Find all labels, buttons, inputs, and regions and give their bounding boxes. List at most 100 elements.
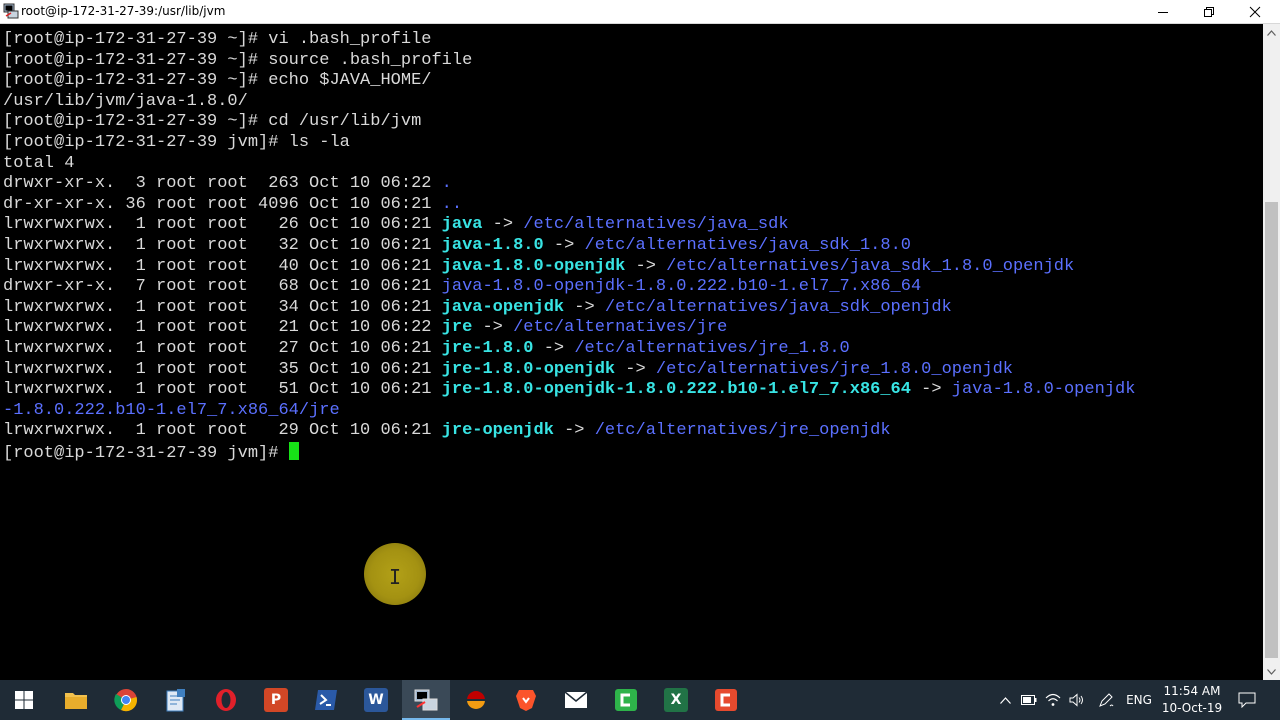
action-center-button[interactable]	[1232, 680, 1262, 720]
symlink-name: jre-openjdk	[441, 421, 554, 441]
volume-icon[interactable]	[1067, 680, 1087, 720]
terminal-line: lrwxrwxrwx. 1 root root 26 Oct 10 06:21 …	[3, 215, 1135, 236]
terminal-output: [root@ip-172-31-27-39 ~]# vi .bash_profi…	[3, 30, 1135, 463]
link-target: java-1.8.0-openjdk	[951, 380, 1136, 400]
terminal-text: total 4	[3, 153, 75, 173]
taskbar-app-putty[interactable]	[402, 680, 450, 720]
taskbar-app-word[interactable]: W	[352, 680, 400, 720]
terminal-line: drwxr-xr-x. 3 root root 263 Oct 10 06:22…	[3, 174, 1135, 195]
terminal-text: ->	[553, 421, 595, 441]
terminal-line: lrwxrwxrwx. 1 root root 29 Oct 10 06:21 …	[3, 421, 1135, 442]
window-title: root@ip-172-31-27-39:/usr/lib/jvm	[21, 4, 226, 18]
link-target: /etc/alternatives/java_sdk_1.8.0	[584, 235, 911, 255]
text-cursor	[288, 441, 299, 460]
terminal-text: [root@ip-172-31-27-39 jvm]#	[3, 443, 289, 463]
taskbar-app-camtasia[interactable]	[602, 680, 650, 720]
link-target: -1.8.0.222.b10-1.el7_7.x86_64/jre	[3, 400, 340, 420]
restore-button[interactable]	[1186, 0, 1232, 23]
start-button[interactable]	[0, 680, 48, 720]
terminal-line: lrwxrwxrwx. 1 root root 51 Oct 10 06:21 …	[3, 380, 1135, 401]
minimize-icon	[1158, 11, 1168, 13]
terminal-text: drwxr-xr-x. 3 root root 263 Oct 10 06:22	[3, 174, 442, 194]
clock[interactable]: 11:54 AM 10-Oct-19	[1157, 683, 1227, 717]
close-button[interactable]	[1232, 0, 1278, 23]
terminal-text: lrwxrwxrwx. 1 root root 34 Oct 10 06:21	[3, 297, 442, 317]
symlink-name: java	[441, 215, 483, 235]
chevron-up-icon	[1267, 29, 1276, 36]
symlink-name: jre-1.8.0	[441, 338, 534, 358]
terminal-line: total 4	[3, 154, 1135, 175]
terminal-text: ->	[625, 256, 667, 276]
terminal-line: lrwxrwxrwx. 1 root root 35 Oct 10 06:21 …	[3, 360, 1135, 381]
terminal-text: lrwxrwxrwx. 1 root root 27 Oct 10 06:21	[3, 338, 442, 358]
terminal-text: lrwxrwxrwx. 1 root root 51 Oct 10 06:21	[3, 380, 442, 400]
terminal-text: [root@ip-172-31-27-39 ~]# source .bash_p…	[3, 50, 473, 70]
minimize-button[interactable]	[1140, 0, 1186, 23]
link-target: /etc/alternatives/jre_1.8.0	[574, 338, 850, 358]
wifi-icon[interactable]	[1043, 680, 1063, 720]
link-target: /etc/alternatives/java_sdk_openjdk	[604, 297, 952, 317]
link-target: java-1.8.0-openjdk-1.8.0.222.b10-1.el7_7…	[441, 277, 922, 297]
terminal-text: [root@ip-172-31-27-39 ~]# cd /usr/lib/jv…	[3, 112, 422, 132]
terminal-line: lrwxrwxrwx. 1 root root 27 Oct 10 06:21 …	[3, 339, 1135, 360]
pen-icon[interactable]	[1096, 680, 1116, 720]
putty-icon	[3, 3, 19, 19]
link-target: .	[441, 174, 452, 194]
mail-icon	[564, 691, 588, 709]
show-hidden-icons-button[interactable]	[996, 680, 1014, 720]
taskbar-app-brave[interactable]	[502, 680, 550, 720]
terminal-line: lrwxrwxrwx. 1 root root 34 Oct 10 06:21 …	[3, 298, 1135, 319]
terminal-text: ->	[910, 380, 952, 400]
symlink-name: java-1.8.0-openjdk	[441, 256, 626, 276]
terminal-text: ->	[564, 297, 605, 317]
taskbar-app-notepad[interactable]	[152, 680, 200, 720]
terminal-text: [root@ip-172-31-27-39 ~]# vi .bash_profi…	[3, 30, 432, 49]
camtasia-icon	[614, 688, 638, 712]
ibeam-cursor-icon: I	[389, 565, 402, 589]
terminal-line: [root@ip-172-31-27-39 jvm]# ls -la	[3, 133, 1135, 154]
terminal-text: lrwxrwxrwx. 1 root root 32 Oct 10 06:21	[3, 235, 442, 255]
scroll-down-button[interactable]	[1263, 663, 1280, 680]
link-target: /etc/alternatives/java_sdk_1.8.0_openjdk	[666, 256, 1075, 276]
taskbar-app-powerpoint[interactable]: P	[252, 680, 300, 720]
close-icon	[1249, 6, 1261, 17]
terminal-line: [root@ip-172-31-27-39 ~]# source .bash_p…	[3, 51, 1135, 72]
terminal-line: /usr/lib/jvm/java-1.8.0/	[3, 92, 1135, 113]
windows-logo-icon	[15, 691, 33, 709]
symlink-name: jre	[441, 318, 473, 338]
symlink-name: java-openjdk	[441, 297, 565, 317]
terminal-text: ->	[472, 318, 514, 338]
vertical-scrollbar[interactable]	[1263, 24, 1280, 680]
scroll-up-button[interactable]	[1263, 24, 1280, 41]
chrome-icon	[114, 688, 138, 712]
window-title-bar[interactable]: root@ip-172-31-27-39:/usr/lib/jvm	[0, 0, 1280, 24]
notepad-icon	[165, 688, 187, 712]
terminal-line: [root@ip-172-31-27-39 ~]# cd /usr/lib/jv…	[3, 112, 1135, 133]
taskbar-app-excel[interactable]: X	[652, 680, 700, 720]
notification-icon	[1238, 692, 1256, 708]
chevron-down-icon	[1267, 668, 1276, 675]
terminal-text: lrwxrwxrwx. 1 root root 29 Oct 10 06:21	[3, 421, 442, 441]
putty-icon	[413, 688, 439, 712]
link-target: /etc/alternatives/jre_1.8.0_openjdk	[655, 359, 1013, 379]
terminal-text: lrwxrwxrwx. 1 root root 26 Oct 10 06:21	[3, 215, 442, 235]
clock-date: 10-Oct-19	[1161, 701, 1223, 715]
taskbar-app-camtasia-recorder[interactable]	[702, 680, 750, 720]
symlink-name: jre-1.8.0-openjdk	[441, 359, 616, 379]
taskbar-app-file-explorer[interactable]	[52, 680, 100, 720]
terminal-text: drwxr-xr-x. 7 root root 68 Oct 10 06:21	[3, 277, 442, 297]
language-indicator[interactable]: ENG	[1122, 680, 1156, 720]
word-icon: W	[364, 688, 388, 712]
terminal-text: ->	[533, 338, 575, 358]
taskbar-app-opera[interactable]	[202, 680, 250, 720]
terminal-text: lrwxrwxrwx. 1 root root 40 Oct 10 06:21	[3, 256, 442, 276]
battery-icon[interactable]	[1019, 680, 1039, 720]
taskbar-app-mail[interactable]	[552, 680, 600, 720]
chevron-up-icon	[999, 696, 1011, 704]
taskbar-app-filezilla[interactable]	[452, 680, 500, 720]
taskbar-app-chrome[interactable]	[102, 680, 150, 720]
filezilla-icon	[464, 688, 488, 712]
scroll-thumb[interactable]	[1265, 202, 1278, 658]
terminal-area[interactable]: [root@ip-172-31-27-39 ~]# vi .bash_profi…	[0, 24, 1263, 680]
taskbar-app-powershell[interactable]	[302, 680, 350, 720]
